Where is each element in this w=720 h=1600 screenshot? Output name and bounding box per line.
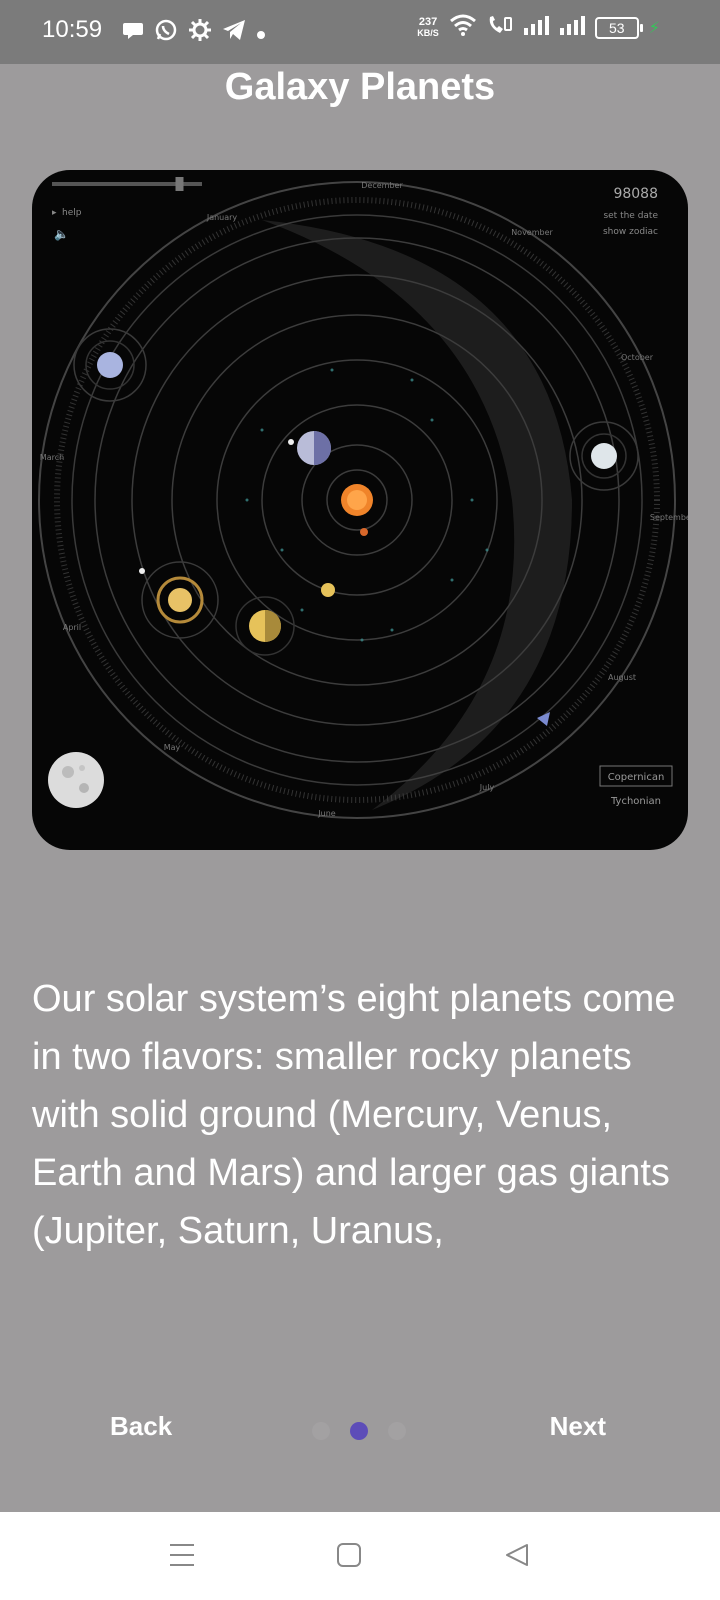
venus — [321, 583, 335, 597]
description-text: Our solar system’s eight planets come in… — [32, 978, 676, 1252]
dot-icon — [256, 21, 266, 45]
svg-text:▸: ▸ — [52, 208, 57, 218]
counter-value: 98088 — [613, 186, 658, 202]
tychonian-label: Tychonian — [610, 796, 661, 807]
set-date-label: set the date — [603, 211, 658, 221]
saturn — [168, 588, 192, 612]
page-dot-1 — [312, 1422, 330, 1440]
next-button[interactable]: Next — [540, 1405, 616, 1448]
svg-text:August: August — [608, 673, 636, 682]
svg-text:November: November — [511, 228, 553, 237]
moon-phase — [48, 752, 104, 808]
date-slider-knob — [175, 177, 184, 191]
signal-1-icon — [523, 14, 549, 41]
svg-text:June: June — [317, 809, 336, 818]
mercury — [360, 528, 368, 536]
back-triangle-icon[interactable] — [504, 1542, 530, 1573]
onboarding-nav: Back Next — [0, 1405, 720, 1455]
status-time: 10:59 — [42, 16, 103, 43]
wifi-call-icon — [487, 14, 513, 41]
charging-icon: ⚡ — [648, 19, 660, 37]
svg-text:October: October — [621, 353, 654, 362]
status-bar: 10:59 237 KB/S 53 ⚡ — [0, 0, 720, 64]
svg-text:January: January — [206, 213, 238, 222]
whatsapp-icon — [154, 18, 178, 47]
system-navigation-bar — [0, 1512, 720, 1600]
svg-text:December: December — [361, 181, 403, 190]
signal-2-icon — [559, 14, 585, 41]
net-speed-value: 237 — [418, 15, 438, 28]
net-speed-unit: KB/S — [417, 27, 439, 38]
page-title: Galaxy Planets — [224, 66, 496, 108]
page-indicator — [312, 1422, 406, 1440]
solar-system-illustration: ▸ help 🔈 98088 set the date show zodiac — [32, 170, 688, 850]
uranus — [97, 352, 123, 378]
battery-icon: 53 — [594, 16, 643, 39]
neptune — [591, 443, 617, 469]
comet-marker — [537, 712, 550, 726]
settings-gear-icon — [188, 18, 212, 47]
wifi-icon — [449, 14, 477, 41]
message-bubble-icon — [122, 19, 144, 46]
help-label: help — [62, 208, 82, 218]
back-button[interactable]: Back — [100, 1405, 182, 1448]
milky-way-band — [262, 220, 572, 810]
moon-small — [288, 439, 294, 445]
telegram-icon — [222, 19, 246, 46]
status-system-icons: 237 KB/S 53 ⚡ — [417, 14, 660, 41]
copernican-label: Copernican — [608, 772, 665, 783]
page-dot-2 — [350, 1422, 368, 1440]
net-speed: 237 KB/S — [417, 15, 439, 39]
svg-text:March: March — [40, 453, 64, 462]
show-zodiac-label: show zodiac — [603, 227, 658, 237]
svg-text:September: September — [650, 513, 688, 522]
svg-text:July: July — [479, 783, 495, 792]
solar-system-graphic: ▸ help 🔈 98088 set the date show zodiac — [38, 177, 688, 819]
svg-text:May: May — [164, 743, 181, 752]
svg-text:April: April — [63, 623, 81, 632]
menu-icon[interactable] — [168, 1542, 196, 1573]
status-notification-icons — [122, 18, 266, 47]
sound-icon: 🔈 — [54, 227, 69, 241]
page-dot-3 — [388, 1422, 406, 1440]
home-icon[interactable] — [336, 1542, 362, 1573]
